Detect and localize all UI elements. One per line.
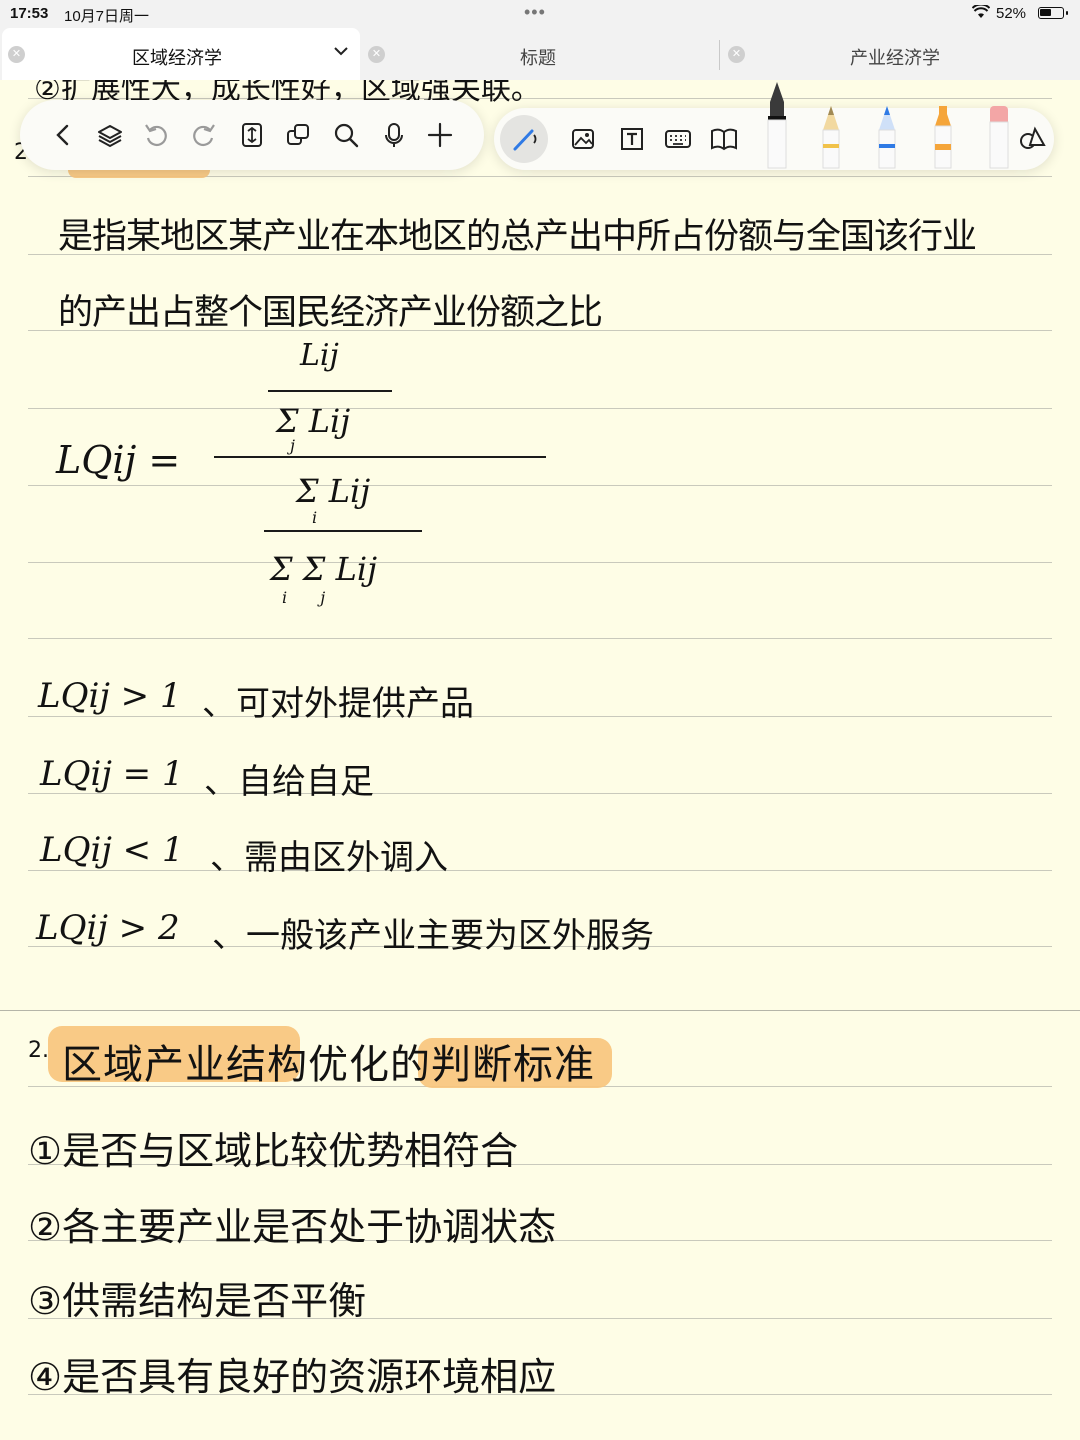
formula-lhs: LQij = [56,438,181,482]
status-date: 10月7日周一 [64,8,150,25]
fraction-line [268,390,392,392]
back-icon[interactable] [46,117,82,153]
criteria-item-4: ④是否具有良好的资源环境相应 [28,1355,557,1399]
criteria-item-3: ③供需结构是否平衡 [28,1279,367,1323]
ruled-line [28,870,1052,871]
ruled-line [28,716,1052,717]
close-tab-icon[interactable]: ✕ [728,46,745,63]
condition-expr-3: LQij < 1 [40,830,184,870]
ruled-line [28,408,1052,409]
eraser-icon[interactable] [986,104,1012,170]
search-icon[interactable] [328,117,364,153]
redo-icon[interactable] [186,117,222,153]
page-settings-icon[interactable] [234,117,270,153]
note-page[interactable]: ②扩展性大，成长性好，区域强关联。 2. 是指某地区某产业在本地区的总产出中所占… [0,80,1080,1440]
formula-sub: j [290,436,295,455]
pencil-blue-icon[interactable] [874,104,900,170]
undo-icon[interactable] [138,117,174,153]
section-number: 2. [28,1038,49,1063]
fountain-pen-icon[interactable] [762,80,792,170]
definition-line-1: 是指某地区某产业在本地区的总产出中所占份额与全国该行业 [58,217,977,257]
formula-sub: i j [282,588,340,607]
pencil-yellow-icon[interactable] [818,104,844,170]
condition-expr-1: LQij > 1 [38,676,182,716]
tab-title[interactable]: ✕ 标题 [362,28,718,80]
condition-expr-2: LQij = 1 [40,754,184,794]
condition-text-2: 、自给自足 [204,762,374,802]
formula-num-bottom: Σ Lij [276,402,351,440]
layers-icon[interactable] [92,117,128,153]
definition-line-2: 的产出占整个国民经济产业份额之比 [58,293,603,333]
status-bar: 17:53 10月7日周一 ••• 52% [0,0,1080,28]
condition-text-4: 、一般该产业主要为区外服务 [212,916,654,956]
close-tab-icon[interactable]: ✕ [368,46,385,63]
condition-expr-4: LQij > 2 [36,908,180,948]
pen-tool-icon[interactable] [506,121,542,157]
formula-sub: i [312,508,318,527]
criteria-item-1: ①是否与区域比较优势相符合 [28,1129,519,1173]
shapes-icon[interactable] [1014,121,1050,157]
highlighter-orange-icon[interactable] [930,104,956,170]
drawing-toolbar [494,82,1054,170]
main-fraction-line [214,456,546,458]
image-icon[interactable] [566,121,602,157]
battery-icon [1038,7,1068,19]
text-box-icon[interactable] [614,121,650,157]
ruled-line [28,638,1052,639]
condition-text-1: 、可对外提供产品 [202,684,474,724]
status-time: 17:53 [10,5,49,22]
section-title: 区域产业结构优化的判断标准 [62,1042,595,1088]
tab-regional-economics[interactable]: ✕ 区域经济学 [2,28,360,80]
fraction-line [264,530,422,532]
tab-label: 标题 [520,48,556,68]
tab-label: 产业经济学 [850,48,940,68]
formula-den-top: Σ Lij [296,472,371,510]
tab-bar: ✕ 区域经济学 ✕ 标题 ✕ 产业经济学 [0,28,1080,80]
tab-label: 区域经济学 [132,48,222,68]
ruled-line [28,485,1052,486]
duplicate-icon[interactable] [280,117,316,153]
ruled-line [28,562,1052,563]
chevron-down-icon[interactable] [332,42,350,65]
formula-den-bottom: Σ Σ Lij [270,550,377,588]
formula-num-top: Lij [300,338,339,373]
add-icon[interactable] [422,117,458,153]
close-tab-icon[interactable]: ✕ [8,46,25,63]
tab-divider [719,40,720,70]
multitasking-dots-icon[interactable]: ••• [524,2,546,23]
battery-percent: 52% [996,5,1027,22]
tab-industrial-economics[interactable]: ✕ 产业经济学 [722,28,1078,80]
wifi-icon [971,3,991,22]
keyboard-icon[interactable] [660,121,696,157]
condition-text-3: 、需由区外调入 [210,838,448,878]
read-mode-icon[interactable] [706,121,742,157]
criteria-item-2: ②各主要产业是否处于协调状态 [28,1205,557,1249]
microphone-icon[interactable] [376,117,412,153]
navigation-toolbar [20,100,484,170]
page-break-line [0,1010,1080,1011]
